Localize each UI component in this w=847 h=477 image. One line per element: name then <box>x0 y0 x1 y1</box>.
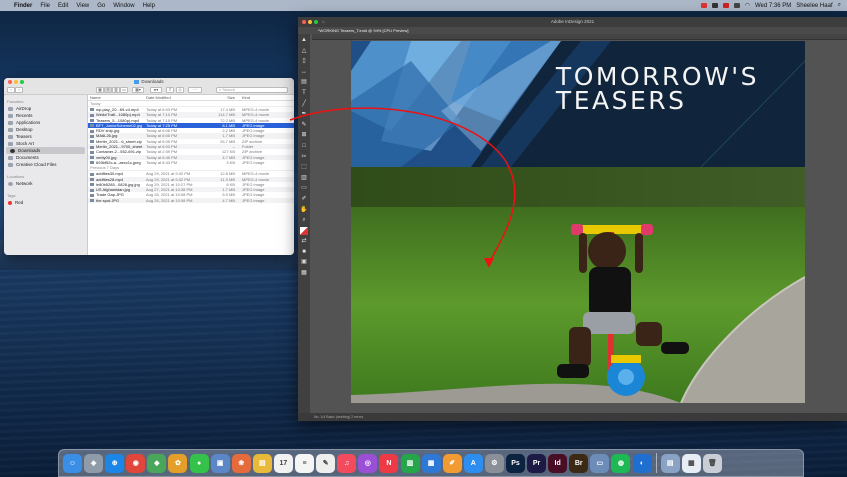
dock-podcasts-icon[interactable]: ◎ <box>358 453 378 473</box>
dock-chrome-icon[interactable]: ◉ <box>126 453 146 473</box>
dock-pages-icon[interactable]: ✐ <box>442 453 462 473</box>
dock-calendar-icon[interactable]: 17 <box>273 453 293 473</box>
dock-launchpad-icon[interactable]: ◈ <box>84 453 104 473</box>
dock: ☺ ◈ ⊕ ◉ ◆ ✿ ● ▣ ❀ ▤ 17 ≡ ✎ ♫ ◎ N ▥ ▦ ✐ A ⚙ Ps Pr Id Br ▭ ◍ ◐ ▤ ▦ 🗑 <box>58 449 804 477</box>
dock-preview-icon[interactable]: ▣ <box>210 453 230 473</box>
dock-notes-icon[interactable]: ▤ <box>252 453 272 473</box>
dock-photoshop-icon[interactable]: Ps <box>505 453 525 473</box>
dock-news-icon[interactable]: N <box>379 453 399 473</box>
dock-edge-icon[interactable]: ◐ <box>632 453 652 473</box>
dock-separator <box>655 453 657 473</box>
dock-textedit-icon[interactable]: ✎ <box>316 453 336 473</box>
dock-documents-stack-icon[interactable]: ▦ <box>681 453 701 473</box>
dock-reminders-icon[interactable]: ≡ <box>295 453 315 473</box>
dock-app-store-icon[interactable]: A <box>463 453 483 473</box>
dock-screenshot-icon[interactable]: ▭ <box>590 453 610 473</box>
dock-numbers-icon[interactable]: ▥ <box>400 453 420 473</box>
dock-downloads-stack-icon[interactable]: ▤ <box>660 453 680 473</box>
dock-messages-icon[interactable]: ● <box>189 453 209 473</box>
dock-bridge-icon[interactable]: Br <box>569 453 589 473</box>
dock-trash-icon[interactable]: 🗑 <box>702 453 722 473</box>
dock-system-preferences-icon[interactable]: ⚙ <box>484 453 504 473</box>
dock-photos-app-icon[interactable]: ❀ <box>231 453 251 473</box>
dock-spotify-icon[interactable]: ◍ <box>611 453 631 473</box>
dock-premiere-icon[interactable]: Pr <box>527 453 547 473</box>
annotation-arrow <box>289 107 516 268</box>
dock-photos-icon[interactable]: ✿ <box>168 453 188 473</box>
dock-keynote-icon[interactable]: ▦ <box>421 453 441 473</box>
dock-finder-icon[interactable]: ☺ <box>63 453 82 473</box>
dock-maps-icon[interactable]: ◆ <box>147 453 167 473</box>
dock-music-icon[interactable]: ♫ <box>337 453 357 473</box>
dock-indesign-icon[interactable]: Id <box>548 453 568 473</box>
dock-safari-icon[interactable]: ⊕ <box>105 453 125 473</box>
